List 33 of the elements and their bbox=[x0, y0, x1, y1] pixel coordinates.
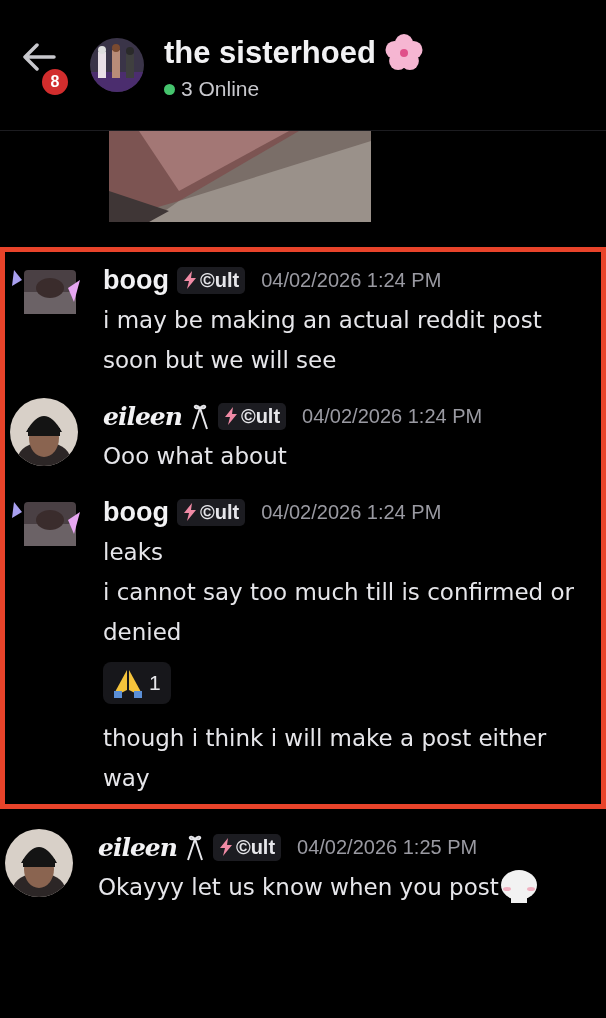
bow-icon bbox=[189, 402, 210, 430]
guild-tag: ©ult bbox=[217, 402, 287, 430]
guild-tag: ©ult bbox=[212, 833, 282, 861]
guild-tag: ©ult bbox=[177, 266, 246, 294]
message-text: i may be making an actual reddit post soon but we will see bbox=[103, 306, 543, 375]
message-text: i cannot say too much till is confirmed or denied bbox=[103, 578, 575, 647]
message-text: Okayyy let us know when you post bbox=[98, 873, 499, 902]
message-text: though i think i will make a post either way bbox=[103, 724, 548, 793]
group-title: the sisterhoed bbox=[164, 35, 376, 71]
timestamp: 04/02/2026 1:24 PM bbox=[261, 268, 442, 292]
lightning-icon bbox=[183, 503, 197, 521]
message-text: Ooo what about bbox=[103, 442, 288, 471]
author-name[interactable]: boog bbox=[103, 264, 169, 296]
praying-hands-icon bbox=[113, 668, 143, 698]
lightning-icon bbox=[218, 838, 233, 856]
unread-badge: 8 bbox=[40, 67, 70, 97]
author-name[interactable]: eileen bbox=[103, 401, 182, 431]
flower-icon bbox=[383, 33, 424, 73]
timestamp: 04/02/2026 1:25 PM bbox=[297, 835, 478, 859]
timestamp: 04/02/2026 1:24 PM bbox=[302, 404, 483, 428]
online-count: 3 Online bbox=[181, 77, 260, 101]
message-text: leaks bbox=[103, 538, 164, 567]
back-arrow-icon[interactable] bbox=[22, 43, 56, 71]
online-dot bbox=[164, 83, 175, 95]
timestamp: 04/02/2026 1:24 PM bbox=[261, 500, 442, 524]
author-name[interactable]: boog bbox=[103, 496, 169, 528]
author-name[interactable]: eileen bbox=[98, 832, 177, 862]
sticker-icon bbox=[498, 869, 539, 905]
lightning-icon bbox=[183, 271, 197, 289]
lightning-icon bbox=[223, 407, 238, 425]
reaction-button[interactable]: 1 bbox=[103, 662, 171, 704]
bow-icon bbox=[184, 833, 205, 861]
guild-tag: ©ult bbox=[177, 498, 246, 526]
